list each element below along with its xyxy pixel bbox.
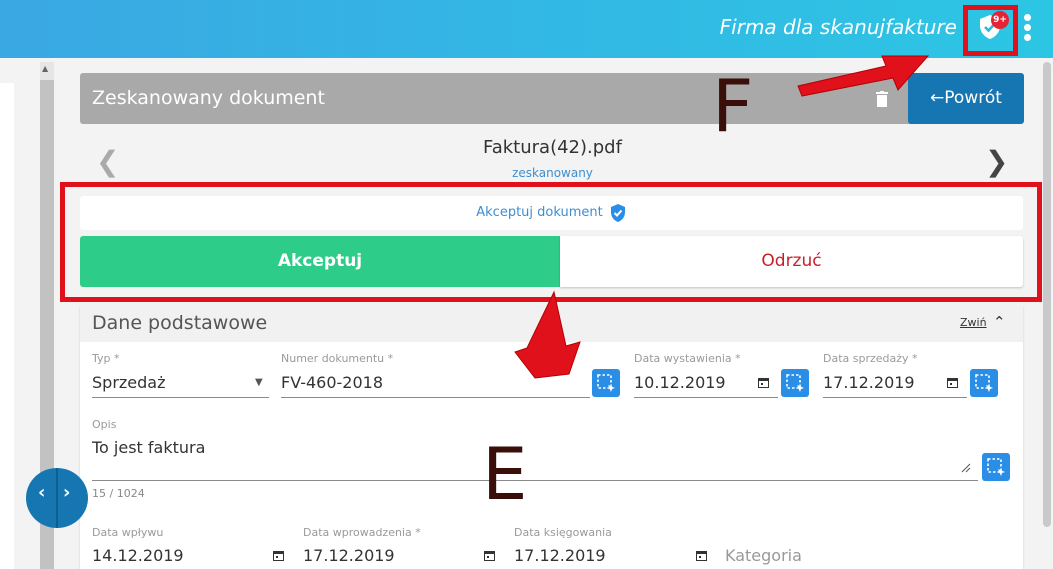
annotation-arrows [514, 55, 930, 379]
arrow-to-accept-buttons [514, 290, 581, 379]
arrow-to-shield-icon [797, 55, 930, 97]
